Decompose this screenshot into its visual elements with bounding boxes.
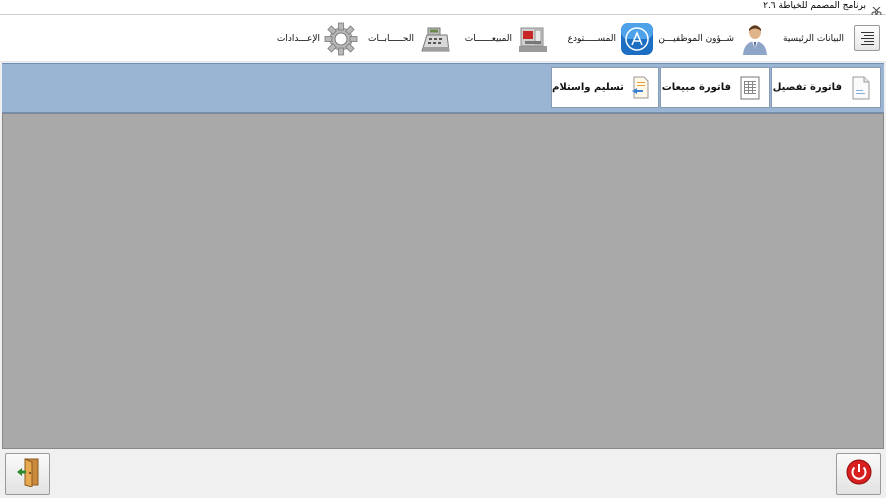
- power-icon: [845, 458, 873, 490]
- toolbar-item-label: المبيعــــــات: [464, 34, 512, 44]
- sales-invoice-button[interactable]: فاتورة مبيعات: [660, 67, 770, 108]
- menu-toggle-button[interactable]: [854, 25, 880, 51]
- employee-icon: [738, 22, 772, 56]
- sales-invoice-label: فاتورة مبيعات: [661, 82, 731, 93]
- main-content-area: [2, 113, 884, 449]
- toolbar-item-label: البيانات الرئيسية: [783, 34, 844, 44]
- toolbar-item-sales[interactable]: المبيعــــــات: [461, 19, 550, 59]
- document-icon: [848, 73, 874, 103]
- title-bar: برنامج المصمم للخياطة ٢.٦: [0, 0, 886, 17]
- power-button[interactable]: [836, 453, 881, 495]
- window-title: برنامج المصمم للخياطة ٢.٦: [763, 1, 866, 11]
- gear-icon: [324, 22, 358, 56]
- toolbar-item-label: الإعـــدادات: [276, 34, 320, 44]
- sub-toolbar: فاتورة تفصيل فاتورة مبيعات تسليم واستلام: [2, 63, 884, 113]
- exit-button[interactable]: [5, 453, 50, 495]
- tailoring-invoice-button[interactable]: فاتورة تفصيل: [771, 67, 881, 108]
- toolbar-item-label: الحـــــابــات: [368, 34, 414, 44]
- toolbar-item-accounts[interactable]: الحـــــابــات: [364, 19, 452, 59]
- toolbar-item-warehouse[interactable]: المســـــتودع: [564, 19, 654, 59]
- toolbar-item-settings[interactable]: الإعـــدادات: [273, 19, 358, 59]
- tailoring-invoice-label: فاتورة تفصيل: [772, 82, 842, 93]
- delivery-receipt-label: تسليم واستلام: [552, 82, 624, 93]
- toolbar-item-label: المســـــتودع: [567, 34, 616, 44]
- main-toolbar: البيانات الرئيسية شــؤون الموظفيـــن الم…: [0, 15, 886, 64]
- toolbar-item-label: شــؤون الموظفيـــن: [658, 34, 734, 44]
- sewing-machine-icon: [516, 22, 550, 56]
- toolbar-item-employees[interactable]: شــؤون الموظفيـــن: [654, 19, 772, 59]
- exchange-document-icon: [630, 73, 652, 103]
- delivery-receipt-button[interactable]: تسليم واستلام: [551, 67, 659, 108]
- toolbar-item-master-data[interactable]: البيانات الرئيسية: [779, 19, 848, 59]
- invoice-icon: [737, 73, 763, 103]
- scissors-icon: [871, 2, 882, 17]
- cash-register-icon: [418, 22, 452, 56]
- menu-lines-icon: [861, 32, 874, 33]
- footer-bar: [0, 450, 886, 498]
- exit-door-icon: [16, 457, 40, 491]
- app-store-icon: [620, 22, 654, 56]
